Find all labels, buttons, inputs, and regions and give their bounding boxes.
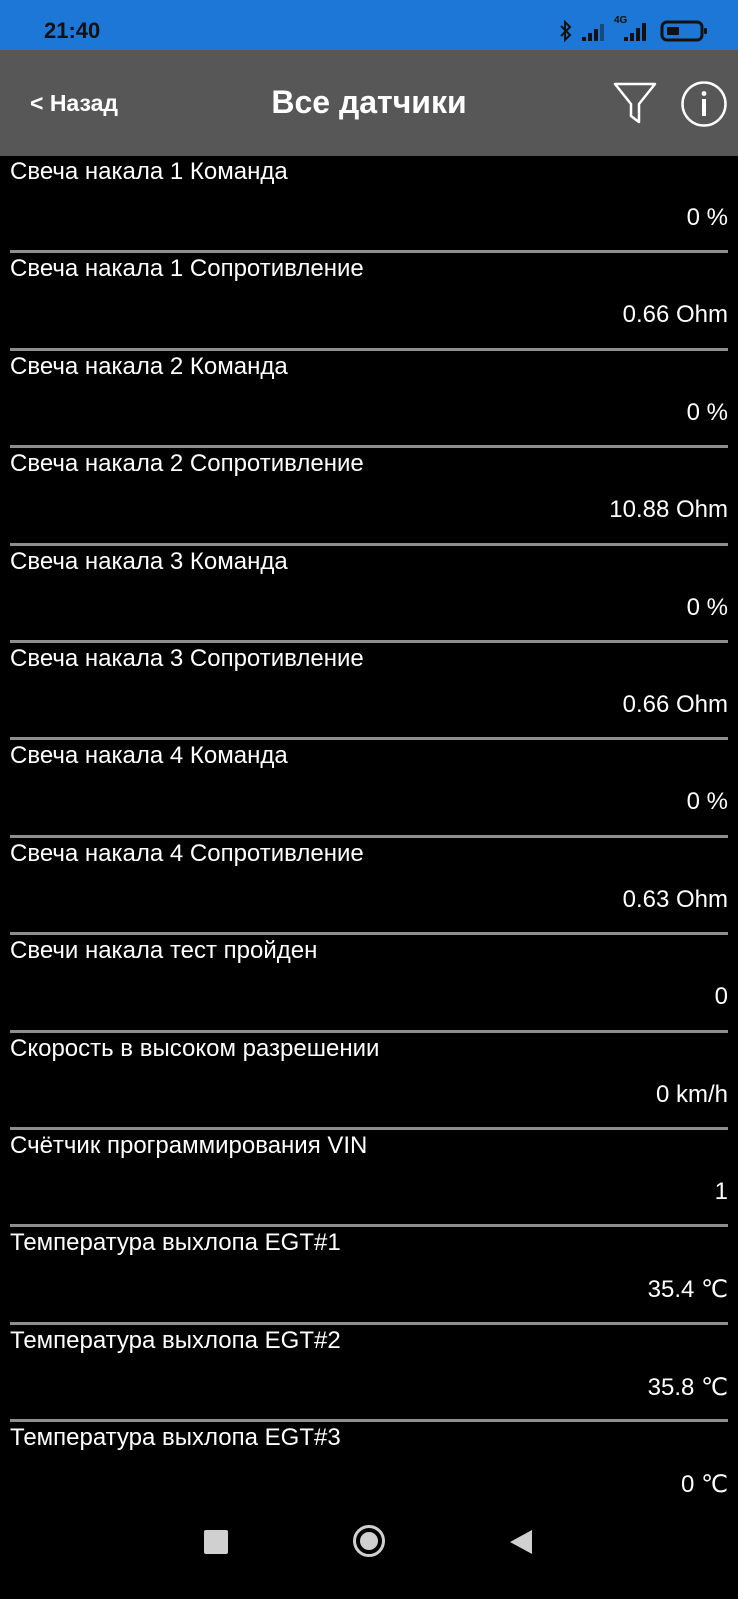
- sensor-value: 0 %: [686, 204, 728, 231]
- sensor-value: 35.4 ℃: [647, 1276, 728, 1304]
- back-button[interactable]: < Назад: [30, 90, 118, 117]
- sensor-name: Скорость в высоком разрешении: [10, 1034, 380, 1062]
- info-icon[interactable]: [680, 80, 728, 128]
- sensor-name: Свеча накала 1 Сопротивление: [10, 255, 364, 283]
- sensor-value: 10.88 Ohm: [609, 496, 728, 524]
- list-item[interactable]: Свеча накала 4 Команда 0 %: [10, 740, 728, 838]
- filter-icon[interactable]: [612, 78, 658, 128]
- list-item[interactable]: Счётчик программирования VIN 1: [10, 1130, 728, 1228]
- sensor-value: 0.66 Ohm: [622, 301, 728, 329]
- sensor-name: Свеча накала 2 Команда: [10, 352, 288, 380]
- system-nav-bar: [0, 1494, 738, 1599]
- sensor-list: Свеча накала 1 Команда 0 % Свеча накала …: [0, 156, 738, 1519]
- sensor-name: Свеча накала 1 Команда: [10, 158, 288, 185]
- list-item[interactable]: Свеча накала 1 Сопротивление 0.66 Ohm: [10, 253, 728, 351]
- home-circle-icon[interactable]: [352, 1524, 386, 1558]
- back-label: < Назад: [30, 90, 119, 116]
- sensor-name: Температура выхлопа EGT#3: [10, 1424, 341, 1452]
- sensor-name: Свечи накала тест пройден: [10, 937, 318, 965]
- sensor-name: Температура выхлопа EGT#1: [10, 1229, 341, 1257]
- status-icons: 4G: [558, 15, 708, 43]
- list-item[interactable]: Свечи накала тест пройден 0: [10, 935, 728, 1033]
- sensor-name: Свеча накала 4 Сопротивление: [10, 839, 364, 867]
- sensor-name: Счётчик программирования VIN: [10, 1131, 368, 1159]
- sensor-name: Температура выхлопа EGT#2: [10, 1326, 341, 1354]
- signal-4g-icon: 4G: [614, 15, 654, 43]
- sensor-value: 0 %: [686, 593, 728, 621]
- sensor-value: 0.63 Ohm: [622, 885, 728, 913]
- list-item[interactable]: Температура выхлопа EGT#2 35.8 ℃: [10, 1325, 728, 1423]
- sensor-name: Свеча накала 3 Сопротивление: [10, 644, 364, 672]
- list-item[interactable]: Свеча накала 3 Сопротивление 0.66 Ohm: [10, 643, 728, 741]
- sensor-value: 0 km/h: [655, 1080, 728, 1108]
- signal-icon: [582, 24, 604, 41]
- back-triangle-icon[interactable]: [508, 1528, 534, 1556]
- list-item[interactable]: Свеча накала 3 Команда 0 %: [10, 546, 728, 643]
- list-item[interactable]: Свеча накала 4 Сопротивление 0.63 Ohm: [10, 838, 728, 936]
- sensor-value: 0.66 Ohm: [622, 690, 728, 718]
- sensor-value: 35.8 ℃: [647, 1373, 728, 1401]
- list-item[interactable]: Температура выхлопа EGT#1 35.4 ℃: [10, 1227, 728, 1325]
- sensor-name: Свеча накала 3 Команда: [10, 547, 288, 575]
- sensor-value: 0: [714, 983, 728, 1011]
- status-time: 21:40: [44, 18, 101, 43]
- sensor-value: 1: [714, 1177, 728, 1205]
- list-item[interactable]: Свеча накала 1 Команда 0 %: [10, 156, 728, 254]
- status-bar: 21:40 4G: [0, 0, 738, 50]
- recents-square-icon[interactable]: [204, 1530, 228, 1554]
- list-item[interactable]: Свеча накала 2 Команда 0 %: [10, 351, 728, 449]
- bluetooth-icon: [560, 19, 572, 43]
- sensor-name: Свеча накала 4 Команда: [10, 742, 288, 770]
- list-item[interactable]: Свеча накала 2 Сопротивление 10.88 Ohm: [10, 448, 728, 546]
- sensor-value: 0 %: [686, 398, 728, 426]
- list-item[interactable]: Скорость в высоком разрешении 0 km/h: [10, 1033, 728, 1130]
- battery-icon: [660, 20, 707, 42]
- sensor-value: 0 %: [686, 788, 728, 816]
- app-header: < Назад Все датчики: [0, 50, 738, 156]
- sensor-name: Свеча накала 2 Сопротивление: [10, 450, 364, 478]
